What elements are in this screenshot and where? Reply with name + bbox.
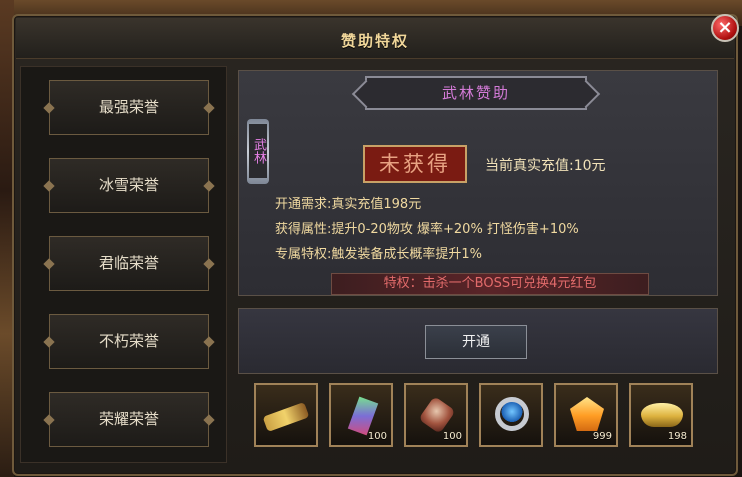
reward-slot-scroll[interactable] (254, 383, 318, 447)
close-button[interactable]: × (711, 14, 739, 42)
rune-icon (418, 396, 456, 434)
tab-最强荣誉[interactable]: 最强荣誉 (49, 80, 209, 135)
exclusive-privilege-text: 专属特权:触发装备成长概率提升1% (275, 247, 483, 262)
open-button[interactable]: 开通 (425, 325, 527, 359)
reward-slot-crystal[interactable]: 100 (329, 383, 393, 447)
wulin-badge-icon: 武林 (247, 119, 269, 184)
ring-icon (495, 397, 529, 431)
reward-count: 100 (367, 431, 387, 442)
tab-君临荣誉[interactable]: 君临荣誉 (49, 236, 209, 291)
privilege-banner: 特权：击杀一个BOSS可兑换4元红包 (331, 273, 649, 295)
sponsor-header: 武林赞助 (365, 76, 587, 110)
tab-冰雪荣誉[interactable]: 冰雪荣誉 (49, 158, 209, 213)
attribute-text: 获得属性:提升0-20物攻 爆率+20% 打怪伤害+10% (275, 222, 579, 237)
requirement-text: 开通需求:真实充值198元 (275, 197, 422, 212)
reward-slot-ring[interactable] (479, 383, 543, 447)
reward-slot-ingot[interactable]: 198 (629, 383, 693, 447)
badge-text: 武林 (249, 124, 267, 178)
sponsor-info-panel: 武林赞助 武林 未获得 当前真实充值:10元 开通需求:真实充值198元 获得属… (238, 70, 718, 296)
titlebar: 赞助特权 (16, 18, 734, 59)
left-tab-panel: 最强荣誉 冰雪荣誉 君临荣誉 不朽荣誉 荣耀荣誉 (20, 66, 227, 463)
reward-count: 999 (592, 431, 612, 442)
close-icon: × (717, 17, 733, 38)
sponsor-privilege-window: 赞助特权 × 最强荣誉 冰雪荣誉 君临荣誉 不朽荣誉 荣耀荣誉 武林赞助 武林 … (12, 14, 739, 476)
window-title: 赞助特权 (340, 32, 409, 50)
current-recharge-text: 当前真实充值:10元 (485, 158, 606, 174)
gem-icon (570, 397, 604, 431)
status-badge: 未获得 (363, 145, 467, 183)
crystal-icon (347, 396, 379, 436)
reward-count: 198 (667, 431, 687, 442)
action-panel: 开通 (238, 308, 718, 374)
tab-不朽荣誉[interactable]: 不朽荣誉 (49, 314, 209, 369)
reward-count: 100 (442, 431, 462, 442)
gold-ingot-icon (641, 403, 683, 427)
reward-slot-gem[interactable]: 999 (554, 383, 618, 447)
reward-slot-rune[interactable]: 100 (404, 383, 468, 447)
reward-slots: 100 100 999 198 (254, 383, 714, 459)
scroll-icon (262, 401, 310, 433)
tab-荣耀荣誉[interactable]: 荣耀荣誉 (49, 392, 209, 447)
